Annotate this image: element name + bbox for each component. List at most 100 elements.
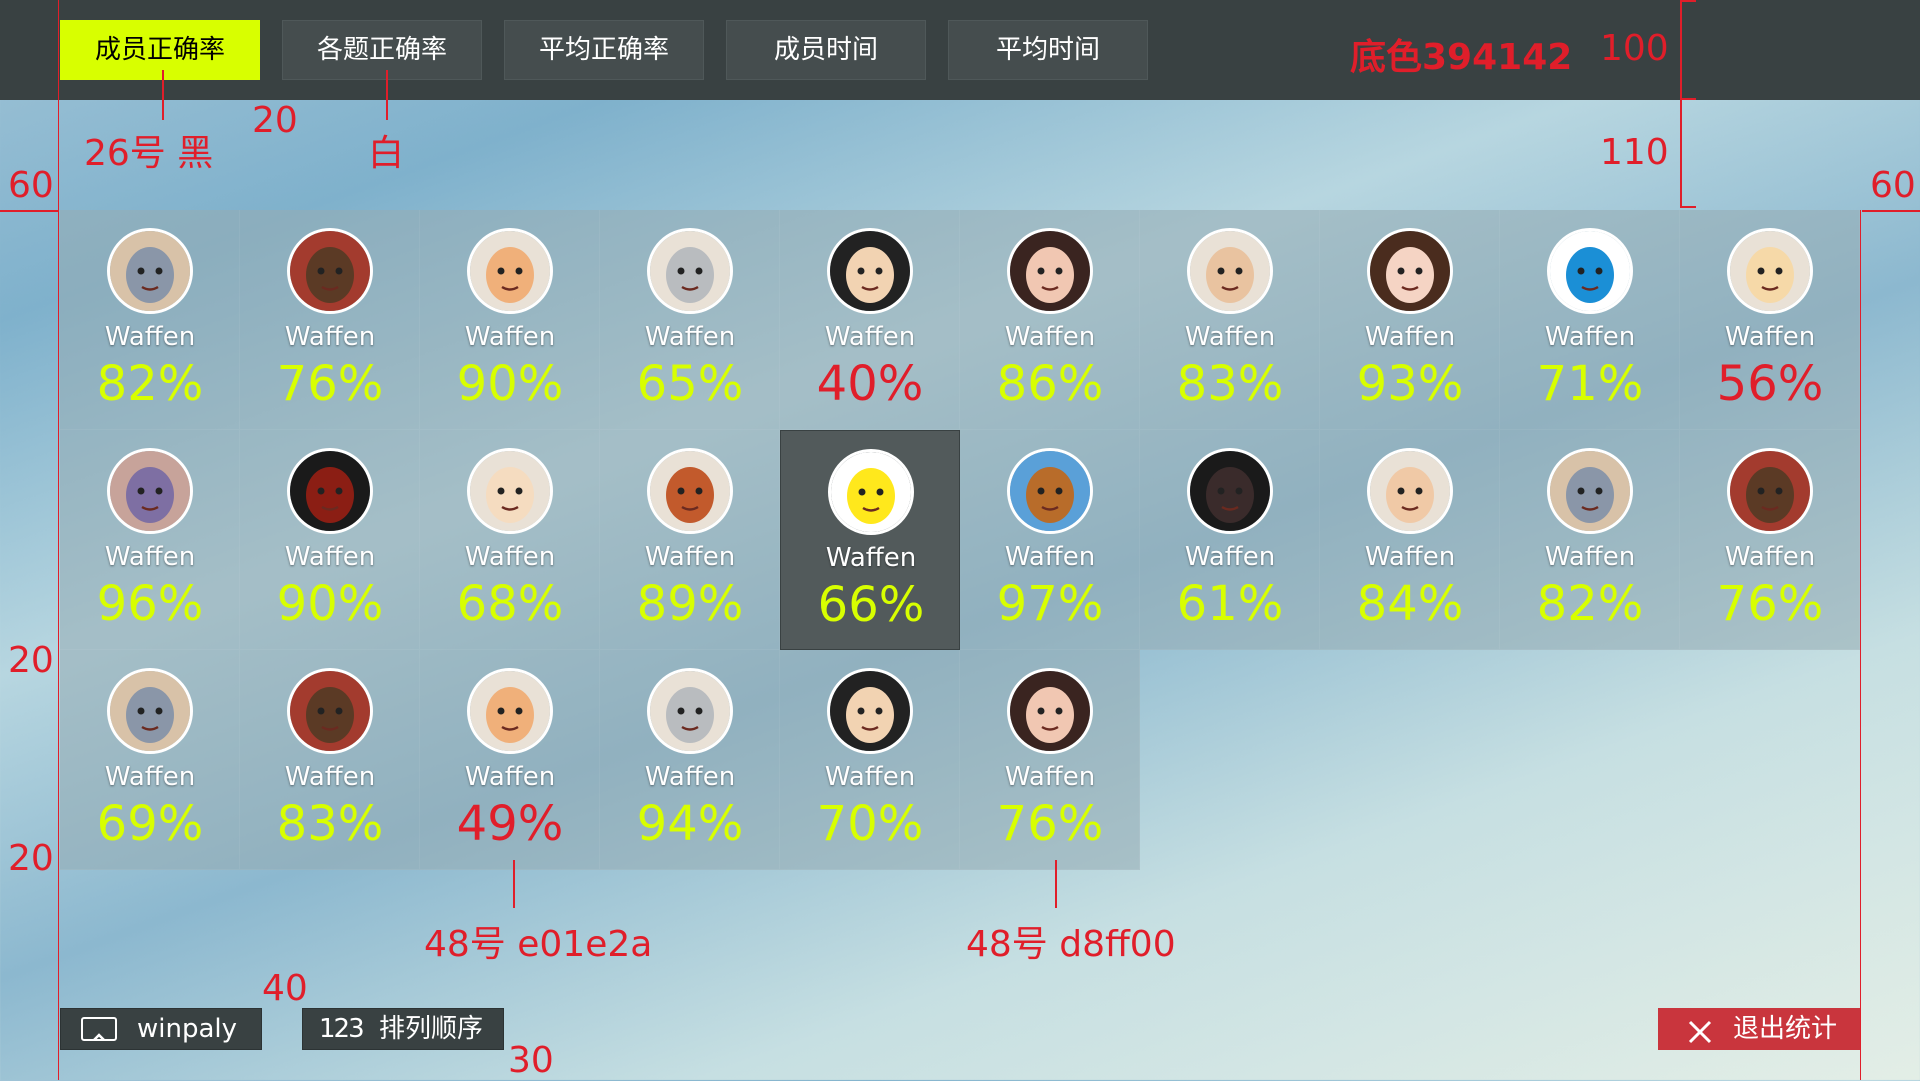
annotation-line <box>386 70 388 120</box>
member-accuracy: 61% <box>1176 576 1284 632</box>
member-name: Waffen <box>1364 542 1456 572</box>
member-card[interactable]: Waffen 82% <box>60 210 240 430</box>
top-bar: 成员正确率 各题正确率 平均正确率 成员时间 平均时间 底色394142 100 <box>0 0 1920 100</box>
exit-stats-button[interactable]: 退出统计 <box>1658 1008 1860 1050</box>
winplay-button[interactable]: winpaly <box>60 1008 262 1050</box>
member-card[interactable]: Waffen 84% <box>1320 430 1500 650</box>
member-name: Waffen <box>464 542 556 572</box>
woman-avatar <box>1007 668 1093 754</box>
member-card[interactable]: Waffen 94% <box>600 650 780 870</box>
member-card[interactable]: Waffen 97% <box>960 430 1140 650</box>
annotation-right-margin-line <box>1862 210 1920 212</box>
member-name: Waffen <box>1544 542 1636 572</box>
member-name: Waffen <box>1364 322 1456 352</box>
member-card[interactable]: Waffen 83% <box>240 650 420 870</box>
ironman-avatar <box>287 448 373 534</box>
annotation-line <box>162 70 164 120</box>
member-name: Waffen <box>644 762 736 792</box>
annotation-tab-gap: 20 <box>252 100 298 141</box>
member-card[interactable]: Waffen 65% <box>600 210 780 430</box>
girl-avatar <box>1367 228 1453 314</box>
member-name: Waffen <box>284 322 376 352</box>
member-card[interactable]: Waffen 40% <box>780 210 960 430</box>
statue-avatar <box>647 228 733 314</box>
member-card[interactable]: Waffen 90% <box>240 430 420 650</box>
member-card[interactable]: Waffen 68% <box>420 430 600 650</box>
member-card[interactable]: Waffen 89% <box>600 430 780 650</box>
member-name: Waffen <box>464 762 556 792</box>
member-card[interactable]: Waffen 82% <box>1500 430 1680 650</box>
member-card[interactable]: Waffen 93% <box>1320 210 1500 430</box>
annotation-tick <box>1680 206 1696 208</box>
annotation-right-margin: 60 <box>1870 165 1916 206</box>
member-card[interactable]: Waffen 70% <box>780 650 960 870</box>
member-name: Waffen <box>825 543 917 573</box>
member-name: Waffen <box>1184 542 1276 572</box>
member-card[interactable]: Waffen 96% <box>60 430 240 650</box>
member-accuracy: 71% <box>1536 356 1644 412</box>
member-name: Waffen <box>464 322 556 352</box>
doraemon-avatar <box>1547 228 1633 314</box>
member-name: Waffen <box>644 322 736 352</box>
member-accuracy: 82% <box>1536 576 1644 632</box>
member-card[interactable]: Waffen 83% <box>1140 210 1320 430</box>
annotation-pct-low: 48号 e01e2a <box>424 924 653 965</box>
member-accuracy: 76% <box>276 356 384 412</box>
member-card[interactable]: Waffen 56% <box>1680 210 1860 430</box>
tab-average-time[interactable]: 平均时间 <box>948 20 1148 80</box>
annotation-bottom-margin: 30 <box>508 1040 554 1081</box>
member-accuracy: 76% <box>1716 576 1824 632</box>
face-avatar <box>467 228 553 314</box>
member-card[interactable]: Waffen 61% <box>1140 430 1320 650</box>
member-card[interactable]: Waffen 90% <box>420 210 600 430</box>
annotation-bottom-gap: 40 <box>262 968 308 1009</box>
collapse-icon <box>81 1017 117 1041</box>
member-accuracy: 93% <box>1356 356 1464 412</box>
member-card[interactable]: Waffen 69% <box>60 650 240 870</box>
member-accuracy: 89% <box>636 576 744 632</box>
member-name: Waffen <box>1724 322 1816 352</box>
member-accuracy: 96% <box>96 576 204 632</box>
tab-average-accuracy[interactable]: 平均正确率 <box>504 20 704 80</box>
member-card[interactable]: Waffen 76% <box>240 210 420 430</box>
member-card[interactable]: Waffen 49% <box>420 650 600 870</box>
cat-avatar <box>107 668 193 754</box>
tab-member-accuracy[interactable]: 成员正确率 <box>60 20 260 80</box>
member-name: Waffen <box>284 762 376 792</box>
annotation-row-gap: 20 <box>8 640 54 681</box>
annotation-bg-color: 底色394142 <box>1350 37 1573 78</box>
member-accuracy: 82% <box>96 356 204 412</box>
ratatouille-avatar <box>647 448 733 534</box>
member-name: Waffen <box>1184 322 1276 352</box>
member-accuracy: 70% <box>816 796 924 852</box>
member-card[interactable]: Waffen 76% <box>960 650 1140 870</box>
member-card[interactable]: Waffen 86% <box>960 210 1140 430</box>
annotation-pct-high: 48号 d8ff00 <box>966 924 1176 965</box>
tab-member-time[interactable]: 成员时间 <box>726 20 926 80</box>
annotation-line-right <box>1860 210 1861 1080</box>
member-accuracy: 90% <box>456 356 564 412</box>
tab-question-accuracy[interactable]: 各题正确率 <box>282 20 482 80</box>
boy-glasses-avatar <box>1187 228 1273 314</box>
annotation-tab-font-inactive: 白 <box>368 133 405 174</box>
annotation-bar-height: 100 <box>1600 28 1669 69</box>
cat-avatar <box>1547 448 1633 534</box>
smile-glasses-avatar <box>1367 448 1453 534</box>
member-name: Waffen <box>824 322 916 352</box>
member-card[interactable]: Waffen 71% <box>1500 210 1680 430</box>
nerd-avatar <box>827 668 913 754</box>
member-accuracy: 69% <box>96 796 204 852</box>
sort-order-label: 排列顺序 <box>379 1014 484 1044</box>
member-name: Waffen <box>1544 322 1636 352</box>
dog-avatar <box>1007 448 1093 534</box>
member-name: Waffen <box>104 542 196 572</box>
member-accuracy: 49% <box>456 796 564 852</box>
statue-avatar <box>647 668 733 754</box>
annotation-tab-font: 26号 黑 <box>84 133 214 174</box>
member-card[interactable]: Waffen 76% <box>1680 430 1860 650</box>
woman-avatar <box>1007 228 1093 314</box>
member-card[interactable]: Waffen 66% <box>780 430 960 650</box>
sort-order-button[interactable]: 123 排列顺序 <box>302 1008 504 1050</box>
annotation-line-vertical-right <box>1680 0 1682 208</box>
exit-stats-label: 退出统计 <box>1733 1014 1838 1044</box>
